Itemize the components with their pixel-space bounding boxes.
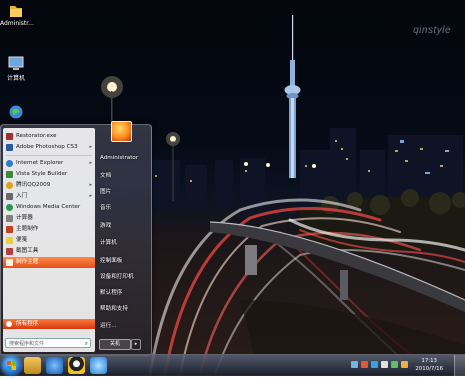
shutdown-button[interactable]: 关机 <box>99 339 131 350</box>
program-label: Windows Media Center <box>16 204 81 210</box>
link-help-support[interactable]: 帮助和支持 <box>100 304 128 312</box>
taskbar-media-player-button[interactable] <box>46 357 63 374</box>
network-globe-icon <box>9 105 23 119</box>
search-placeholder: 搜索程序和文件 <box>9 341 45 347</box>
tray-show-hidden-icon[interactable] <box>351 361 358 368</box>
taskbar-clock[interactable]: 17:13 2010/7/16 <box>415 357 443 373</box>
user-avatar[interactable] <box>111 121 132 142</box>
program-item-qq[interactable]: 腾讯QQ2009 ▸ <box>3 180 95 191</box>
link-computer[interactable]: 计算机 <box>100 238 117 246</box>
clock-date: 2010/7/16 <box>415 366 443 372</box>
start-button[interactable] <box>2 356 21 375</box>
desktop-icon-user-folder[interactable]: Administr... <box>0 3 34 27</box>
tray-qq-icon[interactable] <box>401 361 408 368</box>
search-icon: ⌕ <box>84 340 88 347</box>
taskbar-ie-button[interactable] <box>90 357 107 374</box>
tray-volume-icon[interactable] <box>381 361 388 368</box>
program-label: 入门 <box>16 193 28 199</box>
program-item-internet-explorer[interactable]: Internet Explorer ▸ <box>3 158 95 169</box>
desktop-icon-label: 计算机 <box>6 75 25 82</box>
link-user-folder[interactable]: Administrator <box>100 155 138 161</box>
photoshop-icon <box>6 144 13 151</box>
program-item-theme-maker[interactable]: 主题制作 <box>3 224 95 235</box>
media-center-icon <box>6 204 13 211</box>
program-item-snipping-tool[interactable]: 截图工具 <box>3 246 95 257</box>
program-label: Internet Explorer <box>16 160 64 166</box>
link-control-panel[interactable]: 控制面板 <box>100 256 122 264</box>
computer-icon <box>8 56 24 70</box>
taskbar: 17:13 2010/7/16 <box>0 354 465 376</box>
program-item-make-theme[interactable]: 制作主题 <box>3 257 95 268</box>
link-music[interactable]: 音乐 <box>100 203 111 211</box>
restorator-icon <box>6 133 13 140</box>
calculator-icon <box>6 215 13 222</box>
taskbar-qq-button[interactable] <box>68 357 85 374</box>
program-item-vista-style-builder[interactable]: Vista Style Builder <box>3 169 95 180</box>
program-label: 截图工具 <box>16 248 39 254</box>
snipping-tool-icon <box>6 248 13 255</box>
chevron-right-icon: ▸ <box>134 341 138 347</box>
tray-network-icon[interactable] <box>371 361 378 368</box>
desktop-icon-computer[interactable]: 计算机 <box>0 56 32 82</box>
style-builder-icon <box>6 171 13 178</box>
desktop-icon-network[interactable] <box>0 104 32 121</box>
link-documents[interactable]: 文档 <box>100 171 111 179</box>
folder-icon <box>10 6 22 17</box>
sticky-notes-icon <box>6 237 13 244</box>
submenu-arrow-icon: ▸ <box>89 144 92 150</box>
menu-separator <box>6 155 92 156</box>
program-label: Restorator.exe <box>16 133 57 139</box>
program-label: 计算器 <box>16 215 33 221</box>
start-menu-programs-pane: Restorator.exe Adobe Photoshop CS3 ▸ Int… <box>3 128 95 352</box>
desktop-icon-label: Administr... <box>0 20 34 27</box>
link-run[interactable]: 运行... <box>100 321 117 329</box>
start-search-input[interactable]: 搜索程序和文件 ⌕ <box>5 338 91 348</box>
program-label: Vista Style Builder <box>16 171 68 177</box>
windows-logo-icon <box>7 361 16 370</box>
program-label: 便笺 <box>16 237 28 243</box>
tray-ime-icon[interactable] <box>391 361 398 368</box>
program-item-photoshop[interactable]: Adobe Photoshop CS3 ▸ <box>3 142 95 153</box>
program-label: 制作主题 <box>16 259 39 265</box>
link-pictures[interactable]: 图片 <box>100 187 111 195</box>
program-label: 主题制作 <box>16 226 39 232</box>
tray-app-icon[interactable] <box>361 361 368 368</box>
start-menu: Restorator.exe Adobe Photoshop CS3 ▸ Int… <box>0 121 152 356</box>
show-desktop-button[interactable] <box>454 355 465 376</box>
link-games[interactable]: 游戏 <box>100 221 111 229</box>
ie-icon <box>6 160 13 167</box>
getting-started-icon <box>6 193 13 200</box>
program-label: 腾讯QQ2009 <box>16 182 51 188</box>
program-item-restorator[interactable]: Restorator.exe <box>3 131 95 142</box>
program-item-media-center[interactable]: Windows Media Center <box>3 202 95 213</box>
all-programs-label: 所有程序 <box>16 321 39 327</box>
system-tray: 17:13 2010/7/16 <box>345 355 465 376</box>
shutdown-options-button[interactable]: ▸ <box>131 339 141 350</box>
all-programs-arrow-icon <box>6 321 12 327</box>
submenu-arrow-icon: ▸ <box>89 160 92 166</box>
link-default-programs[interactable]: 默认程序 <box>100 288 122 296</box>
submenu-arrow-icon: ▸ <box>89 182 92 188</box>
program-item-calculator[interactable]: 计算器 <box>3 213 95 224</box>
program-item-getting-started[interactable]: 入门 ▸ <box>3 191 95 202</box>
taskbar-explorer-button[interactable] <box>24 357 41 374</box>
make-theme-icon <box>6 259 13 266</box>
program-label: Adobe Photoshop CS3 <box>16 144 78 150</box>
clock-time: 17:13 <box>421 358 437 364</box>
start-menu-links-pane: Administrator 文档 图片 音乐 游戏 计算机 控制面板 设备和打印… <box>97 121 149 352</box>
watermark-logo: qinstyle <box>413 25 451 36</box>
program-item-sticky-notes[interactable]: 便笺 <box>3 235 95 246</box>
qq-penguin-icon <box>6 182 13 189</box>
theme-maker-icon <box>6 226 13 233</box>
link-devices-printers[interactable]: 设备和打印机 <box>100 272 134 280</box>
submenu-arrow-icon: ▸ <box>89 193 92 199</box>
all-programs-button[interactable]: 所有程序 <box>3 319 95 329</box>
